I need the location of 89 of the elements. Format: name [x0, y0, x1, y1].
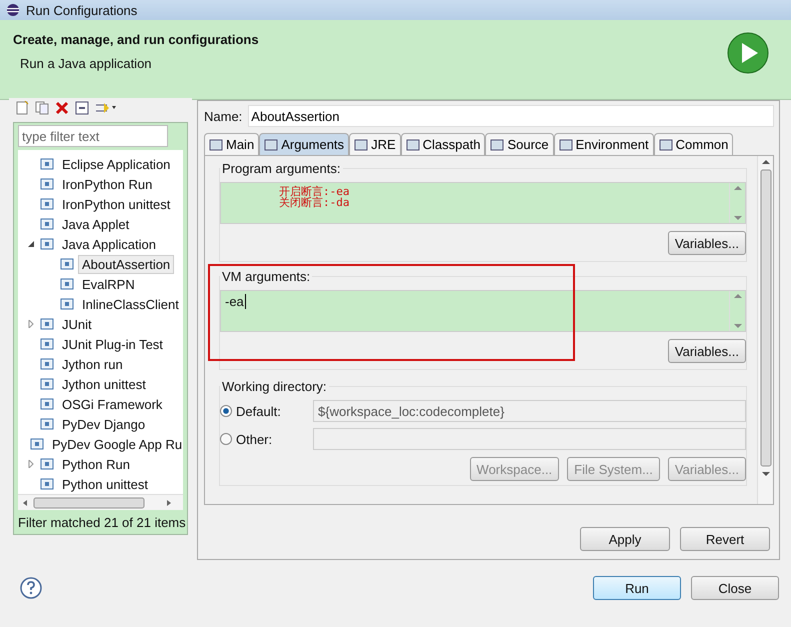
- name-label: Name:: [204, 108, 242, 124]
- working-directory-label: Working directory:: [220, 379, 329, 394]
- radio-button[interactable]: [220, 433, 232, 445]
- launch-config-icon: [40, 377, 54, 391]
- tab-icon: [490, 138, 504, 150]
- new-config-icon[interactable]: [15, 101, 29, 115]
- tree-item[interactable]: Python Run: [58, 454, 134, 474]
- tab[interactable]: JRE: [349, 133, 401, 155]
- program-arguments-label: Program arguments:: [220, 161, 342, 176]
- scroll-up-icon[interactable]: [734, 293, 742, 299]
- tree-item[interactable]: AboutAssertion: [78, 254, 174, 274]
- tab[interactable]: Main: [204, 133, 260, 155]
- scroll-down-icon[interactable]: [734, 323, 742, 329]
- tree-item[interactable]: Python unittest: [58, 474, 152, 494]
- vertical-scrollbar-icon[interactable]: [760, 158, 772, 478]
- launch-config-icon: [60, 297, 74, 311]
- duplicate-icon[interactable]: [35, 101, 49, 115]
- tree-item[interactable]: OSGi Framework: [58, 394, 166, 414]
- launch-config-icon: [40, 337, 54, 351]
- tab-icon: [558, 138, 573, 150]
- name-field[interactable]: AboutAssertion: [248, 105, 774, 127]
- filter-status: Filter matched 21 of 21 items: [18, 514, 183, 530]
- tree-item[interactable]: PyDev Google App Ru: [48, 434, 183, 454]
- radio-button[interactable]: [220, 405, 232, 417]
- tab[interactable]: Common: [654, 133, 734, 155]
- tab-icon: [658, 138, 673, 150]
- radio-label: Default:: [236, 404, 281, 418]
- variables-button[interactable]: Variables...: [668, 339, 746, 363]
- tree-item[interactable]: Eclipse Application: [58, 154, 174, 174]
- launch-config-icon: [40, 237, 54, 251]
- horizontal-scrollbar-icon[interactable]: [22, 496, 172, 508]
- launch-config-icon: [40, 397, 54, 411]
- launch-config-icon: [30, 437, 44, 451]
- tree-item[interactable]: Jython run: [58, 354, 127, 374]
- launch-config-icon: [40, 357, 54, 371]
- launch-config-icon: [40, 217, 54, 231]
- tab-icon: [209, 138, 223, 150]
- window-title: Run Configurations: [26, 2, 138, 18]
- launch-config-icon: [40, 197, 54, 211]
- launch-config-icon: [60, 257, 74, 271]
- tab[interactable]: Source: [485, 133, 554, 155]
- variables-button[interactable]: Variables...: [668, 231, 746, 255]
- tree-item[interactable]: JUnit: [58, 314, 96, 334]
- header-subtitle: Run a Java application: [19, 56, 153, 71]
- directory-field[interactable]: ${workspace_loc:codecomplete}: [313, 400, 746, 422]
- action-button[interactable]: Revert: [680, 527, 770, 551]
- launch-config-icon: [60, 277, 74, 291]
- dialog-button[interactable]: Run: [593, 576, 681, 600]
- tab-icon: [354, 138, 368, 150]
- launch-config-icon: [40, 477, 54, 491]
- directory-field[interactable]: [313, 428, 746, 450]
- vm-arguments-field[interactable]: -ea: [220, 290, 746, 332]
- launch-config-icon: [40, 157, 54, 171]
- tree-item[interactable]: IronPython unittest: [58, 194, 174, 214]
- scroll-down-icon[interactable]: [734, 215, 742, 221]
- run-icon: [727, 32, 769, 74]
- dialog-button[interactable]: Close: [691, 576, 779, 600]
- filter-icon[interactable]: [95, 101, 117, 115]
- tree-item[interactable]: IronPython Run: [58, 174, 156, 194]
- header-title: Create, manage, and run configurations: [13, 32, 259, 47]
- eclipse-logo-icon: [6, 3, 20, 17]
- tree-item[interactable]: Java Application: [58, 234, 160, 254]
- tree-item[interactable]: EvalRPN: [78, 274, 139, 294]
- tree-item[interactable]: JUnit Plug-in Test: [58, 334, 167, 354]
- tab[interactable]: Arguments: [259, 133, 350, 155]
- program-arguments-field[interactable]: 开启断言:-ea 关闭断言:-da: [220, 182, 746, 224]
- tree-item[interactable]: Jython unittest: [58, 374, 150, 394]
- collapse-icon[interactable]: [27, 240, 35, 248]
- expand-icon[interactable]: [27, 460, 35, 468]
- tab[interactable]: Classpath: [400, 133, 486, 155]
- tab[interactable]: Environment: [554, 133, 654, 155]
- delete-icon[interactable]: [55, 101, 69, 115]
- expand-icon[interactable]: [27, 320, 35, 328]
- launch-config-icon: [40, 177, 54, 191]
- launch-config-icon: [40, 457, 54, 471]
- collapse-all-icon[interactable]: [75, 101, 89, 115]
- launch-config-icon: [40, 317, 54, 331]
- action-button[interactable]: Apply: [580, 527, 670, 551]
- filter-field[interactable]: type filter text: [18, 125, 168, 147]
- tab-icon: [406, 138, 420, 150]
- tree-item[interactable]: Java Applet: [58, 214, 134, 234]
- help-icon[interactable]: [20, 577, 42, 599]
- vm-arguments-label: VM arguments:: [220, 269, 312, 284]
- tree-item[interactable]: InlineClassClient: [78, 294, 183, 314]
- scroll-up-icon[interactable]: [734, 185, 742, 191]
- tab-icon: [264, 138, 278, 150]
- tree-item[interactable]: PyDev Django: [58, 414, 150, 434]
- launch-config-icon: [40, 417, 54, 431]
- radio-label: Other:: [236, 432, 272, 446]
